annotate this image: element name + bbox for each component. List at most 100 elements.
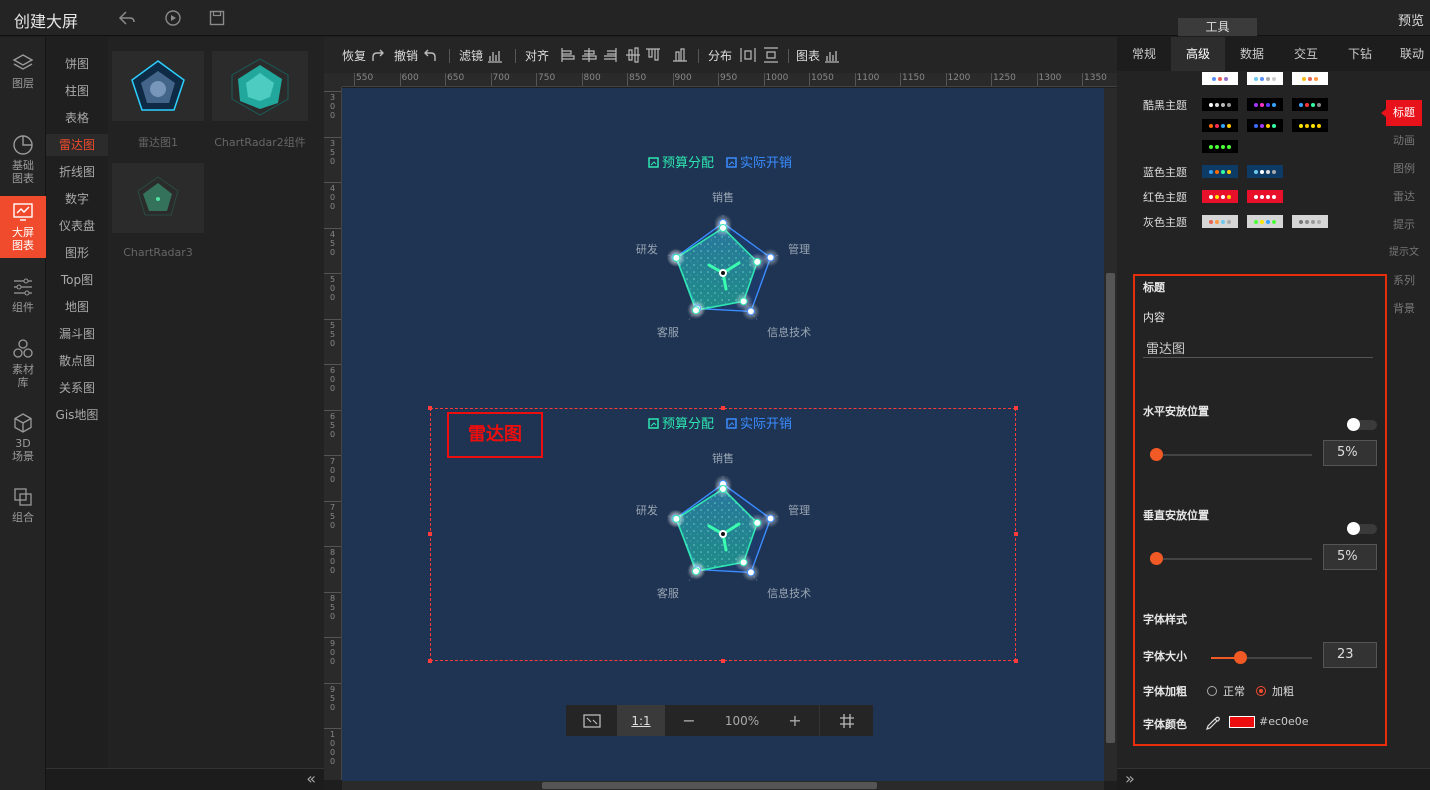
theme-swatch[interactable] <box>1202 140 1238 153</box>
bold-bold-radio[interactable]: 加粗 <box>1256 683 1294 699</box>
category-item[interactable]: 折线图 <box>46 161 108 183</box>
vpos-value-input[interactable]: 5% <box>1323 544 1377 570</box>
theme-swatch[interactable] <box>1202 72 1238 85</box>
theme-swatch[interactable] <box>1202 119 1238 132</box>
theme-swatch[interactable] <box>1292 98 1328 111</box>
category-item[interactable]: Top图 <box>46 269 108 291</box>
theme-swatch[interactable] <box>1292 119 1328 132</box>
vpos-toggle[interactable] <box>1347 522 1377 535</box>
nav-item-components[interactable]: 组件 <box>0 271 46 325</box>
side-tab-radar[interactable]: 雷达 <box>1386 184 1422 210</box>
redo-button[interactable]: 恢复 <box>342 47 386 64</box>
font-size-input[interactable]: 23 <box>1323 642 1377 668</box>
tab-general[interactable]: 常规 <box>1117 37 1171 71</box>
theme-swatch[interactable] <box>1247 98 1283 111</box>
align-bottom-icon[interactable] <box>672 47 688 63</box>
title-content-input[interactable]: 雷达图 <box>1143 338 1373 358</box>
theme-swatch[interactable] <box>1292 215 1328 228</box>
tab-drilldown[interactable]: 下钻 <box>1333 37 1387 71</box>
slider-knob[interactable] <box>1150 552 1163 565</box>
hpos-value-input[interactable]: 5% <box>1323 440 1377 466</box>
tab-advanced[interactable]: 高级 <box>1171 37 1225 71</box>
thumb-radar-2[interactable] <box>212 51 308 121</box>
radar-chart-top[interactable]: 预算分配 实际开销销售管理信息技术 客服 研发 <box>636 156 811 339</box>
side-tab-background[interactable]: 背景 <box>1386 296 1422 322</box>
nav-item-layers[interactable]: 图层 <box>0 47 46 101</box>
category-item[interactable]: 饼图 <box>46 53 108 75</box>
side-tab-legend[interactable]: 图例 <box>1386 156 1422 182</box>
theme-swatch[interactable] <box>1247 215 1283 228</box>
theme-swatch[interactable] <box>1292 72 1328 85</box>
side-tab-title[interactable]: 标题 <box>1381 100 1422 126</box>
resize-handle[interactable] <box>1014 659 1018 663</box>
tools-tab[interactable]: 工具 <box>1178 18 1257 36</box>
undo-button[interactable]: 撤销 <box>394 47 438 64</box>
eyedropper-icon[interactable] <box>1205 715 1221 731</box>
category-item[interactable]: 漏斗图 <box>46 323 108 345</box>
thumb-radar-1[interactable] <box>112 51 204 121</box>
chart-button[interactable]: 图表 <box>796 47 840 64</box>
nav-item-basic-charts[interactable]: 基础图表 <box>0 129 46 191</box>
font-color-swatch[interactable] <box>1229 716 1255 728</box>
bold-normal-radio[interactable]: 正常 <box>1207 683 1245 699</box>
actual-size-button[interactable]: 1:1 <box>617 705 665 736</box>
resize-handle[interactable] <box>721 406 725 410</box>
resize-handle[interactable] <box>428 406 432 410</box>
category-item[interactable]: 数字 <box>46 188 108 210</box>
horizontal-scrollbar[interactable] <box>342 781 1104 790</box>
theme-swatch[interactable] <box>1202 190 1238 203</box>
resize-handle[interactable] <box>1014 532 1018 536</box>
zoom-out-button[interactable]: − <box>665 705 713 736</box>
distribute-button[interactable]: 分布 <box>708 47 732 64</box>
nav-item-assets[interactable]: 素材库 <box>0 333 46 395</box>
tab-interaction[interactable]: 交互 <box>1279 37 1333 71</box>
slider-knob[interactable] <box>1150 448 1163 461</box>
resize-handle[interactable] <box>1014 406 1018 410</box>
grid-toggle-button[interactable] <box>819 705 873 736</box>
chart-title-box[interactable]: 雷达图 <box>447 412 543 458</box>
fit-screen-button[interactable] <box>566 705 617 736</box>
category-item[interactable]: 仪表盘 <box>46 215 108 237</box>
theme-swatch[interactable] <box>1202 98 1238 111</box>
side-tab-animation[interactable]: 动画 <box>1386 128 1422 154</box>
category-item[interactable]: 关系图 <box>46 377 108 399</box>
font-size-slider[interactable] <box>1211 651 1312 664</box>
category-item[interactable]: 散点图 <box>46 350 108 372</box>
hpos-toggle[interactable] <box>1347 418 1377 431</box>
side-tab-tooltip-text[interactable]: 提示文 <box>1386 240 1422 266</box>
vertical-scrollbar[interactable] <box>1104 88 1117 781</box>
expand-right-icon[interactable]: » <box>1125 769 1135 788</box>
resize-handle[interactable] <box>721 659 725 663</box>
vpos-slider[interactable] <box>1150 552 1312 565</box>
theme-swatch[interactable] <box>1247 119 1283 132</box>
theme-swatch[interactable] <box>1247 190 1283 203</box>
side-tab-series[interactable]: 系列 <box>1386 268 1422 294</box>
align-options-icon[interactable] <box>560 47 670 63</box>
thumb-radar-3[interactable] <box>112 163 204 233</box>
resize-handle[interactable] <box>428 659 432 663</box>
tab-data[interactable]: 数据 <box>1225 37 1279 71</box>
scroll-thumb[interactable] <box>542 782 877 789</box>
category-item[interactable]: 地图 <box>46 296 108 318</box>
scroll-thumb[interactable] <box>1106 273 1115 743</box>
align-button[interactable]: 对齐 <box>525 47 549 64</box>
side-tab-tooltip[interactable]: 提示 <box>1386 212 1422 238</box>
category-item[interactable]: 柱图 <box>46 80 108 102</box>
hpos-slider[interactable] <box>1150 448 1312 461</box>
preview-button[interactable]: 预览 <box>1398 10 1424 29</box>
nav-item-screen-charts[interactable]: 大屏图表 <box>0 196 46 258</box>
theme-swatch[interactable] <box>1247 165 1283 178</box>
category-item[interactable]: 表格 <box>46 107 108 129</box>
distribute-options-icon[interactable] <box>740 47 780 63</box>
nav-item-3d-scene[interactable]: 3D场景 <box>0 407 46 469</box>
nav-item-group[interactable]: 组合 <box>0 481 46 535</box>
play-icon[interactable] <box>164 9 182 27</box>
collapse-left-icon[interactable]: « <box>306 769 316 788</box>
theme-swatch[interactable] <box>1202 165 1238 178</box>
resize-handle[interactable] <box>428 532 432 536</box>
theme-swatch[interactable] <box>1247 72 1283 85</box>
slider-knob[interactable] <box>1234 651 1247 664</box>
zoom-in-button[interactable]: + <box>771 705 819 736</box>
back-icon[interactable] <box>118 9 136 27</box>
save-icon[interactable] <box>208 9 226 27</box>
